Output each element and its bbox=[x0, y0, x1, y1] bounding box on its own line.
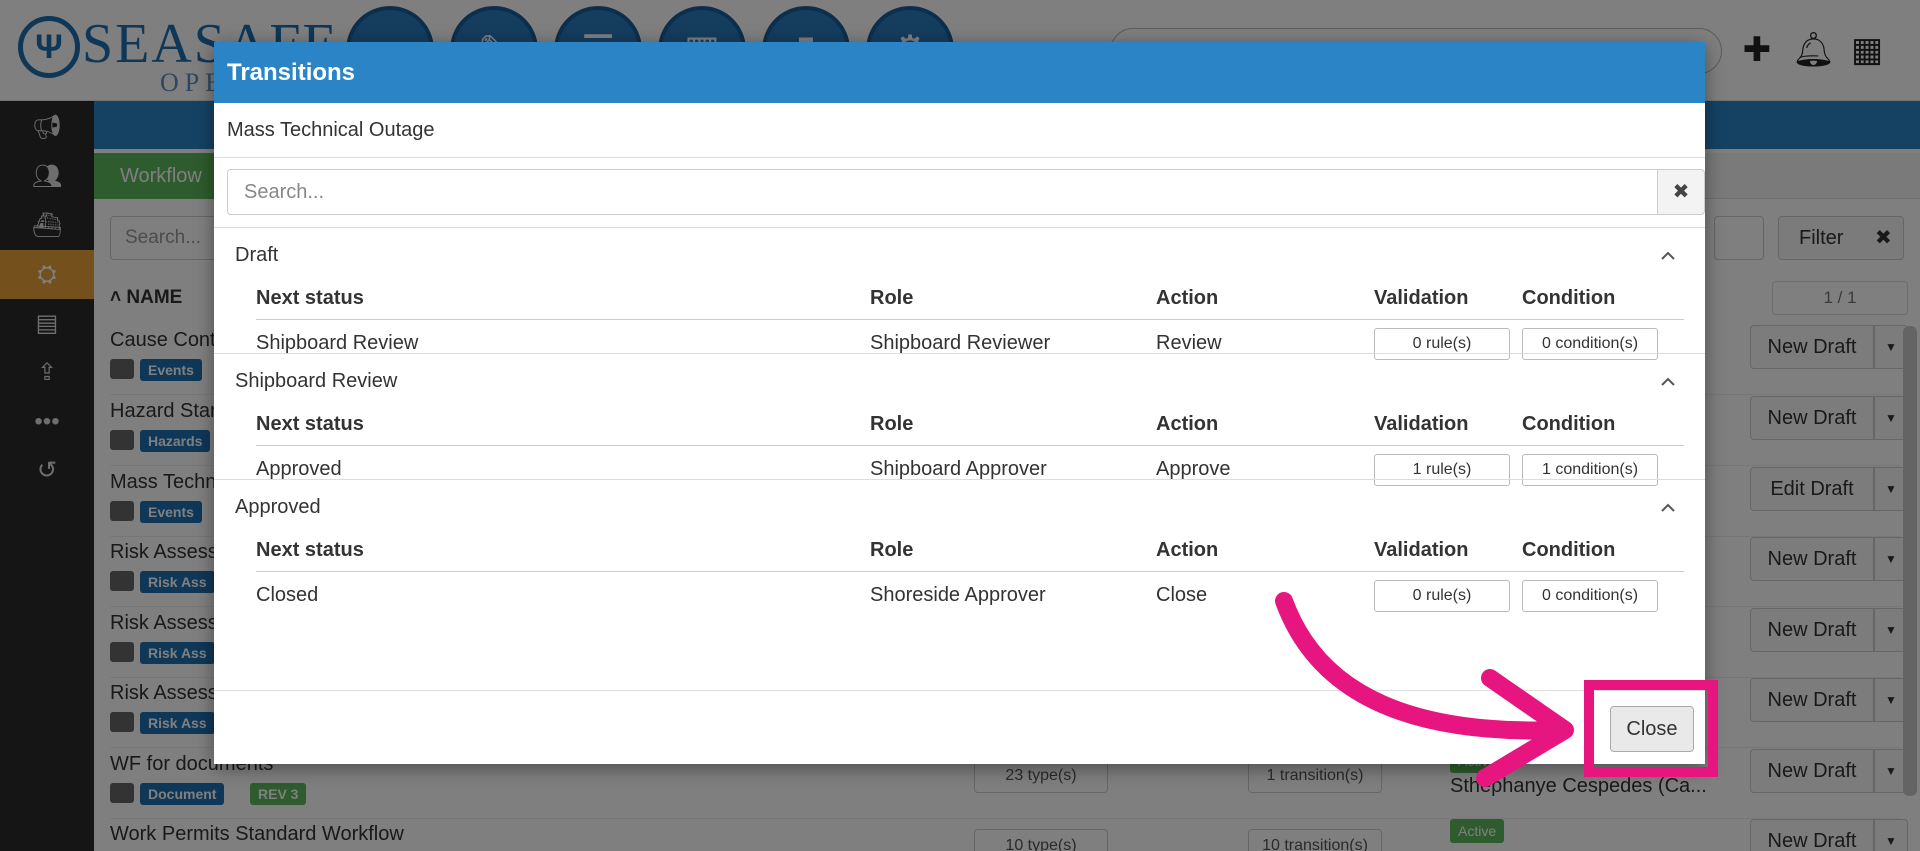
validation-rules-button[interactable]: 0 rule(s) bbox=[1374, 580, 1510, 612]
section-title[interactable]: Shipboard Review bbox=[235, 370, 397, 393]
transitions-modal: Transitions Mass Technical Outage ✖ Draf… bbox=[214, 42, 1705, 764]
workflow-name: Mass Technical Outage bbox=[214, 103, 1705, 158]
col-condition: Condition bbox=[1522, 413, 1616, 435]
close-button[interactable]: Close bbox=[1610, 706, 1694, 752]
col-condition: Condition bbox=[1522, 287, 1616, 309]
modal-footer bbox=[214, 690, 1705, 764]
col-condition: Condition bbox=[1522, 539, 1616, 561]
clear-search-icon[interactable]: ✖ bbox=[1657, 169, 1705, 215]
col-next-status: Next status bbox=[256, 413, 364, 435]
col-validation: Validation bbox=[1374, 287, 1469, 309]
modal-header: Transitions bbox=[214, 42, 1705, 103]
chevron-up-icon[interactable] bbox=[1656, 370, 1680, 394]
section-title[interactable]: Draft bbox=[235, 244, 278, 267]
col-validation: Validation bbox=[1374, 539, 1469, 561]
col-role: Role bbox=[870, 539, 914, 561]
col-action: Action bbox=[1156, 413, 1219, 435]
role-value: Shoreside Approver bbox=[870, 584, 1046, 606]
section-approved: Approved Next status Role Action Validat… bbox=[214, 479, 1705, 634]
table-header: Next status Role Action Validation Condi… bbox=[256, 276, 1684, 320]
modal-title: Transitions bbox=[227, 59, 356, 86]
col-role: Role bbox=[870, 287, 914, 309]
col-action: Action bbox=[1156, 287, 1219, 309]
col-action: Action bbox=[1156, 539, 1219, 561]
col-validation: Validation bbox=[1374, 413, 1469, 435]
transition-search: ✖ bbox=[227, 169, 1705, 215]
table-header: Next status Role Action Validation Condi… bbox=[256, 402, 1684, 446]
transition-search-input[interactable] bbox=[227, 169, 1658, 215]
col-next-status: Next status bbox=[256, 287, 364, 309]
col-role: Role bbox=[870, 413, 914, 435]
col-next-status: Next status bbox=[256, 539, 364, 561]
action-value: Close bbox=[1156, 584, 1208, 606]
transition-row: Closed Shoreside Approver Close 0 rule(s… bbox=[256, 572, 1684, 618]
chevron-up-icon[interactable] bbox=[1656, 244, 1680, 268]
conditions-button[interactable]: 0 condition(s) bbox=[1522, 580, 1658, 612]
next-status-value: Closed bbox=[256, 584, 319, 606]
table-header: Next status Role Action Validation Condi… bbox=[256, 528, 1684, 572]
section-title[interactable]: Approved bbox=[235, 496, 321, 519]
chevron-up-icon[interactable] bbox=[1656, 496, 1680, 520]
